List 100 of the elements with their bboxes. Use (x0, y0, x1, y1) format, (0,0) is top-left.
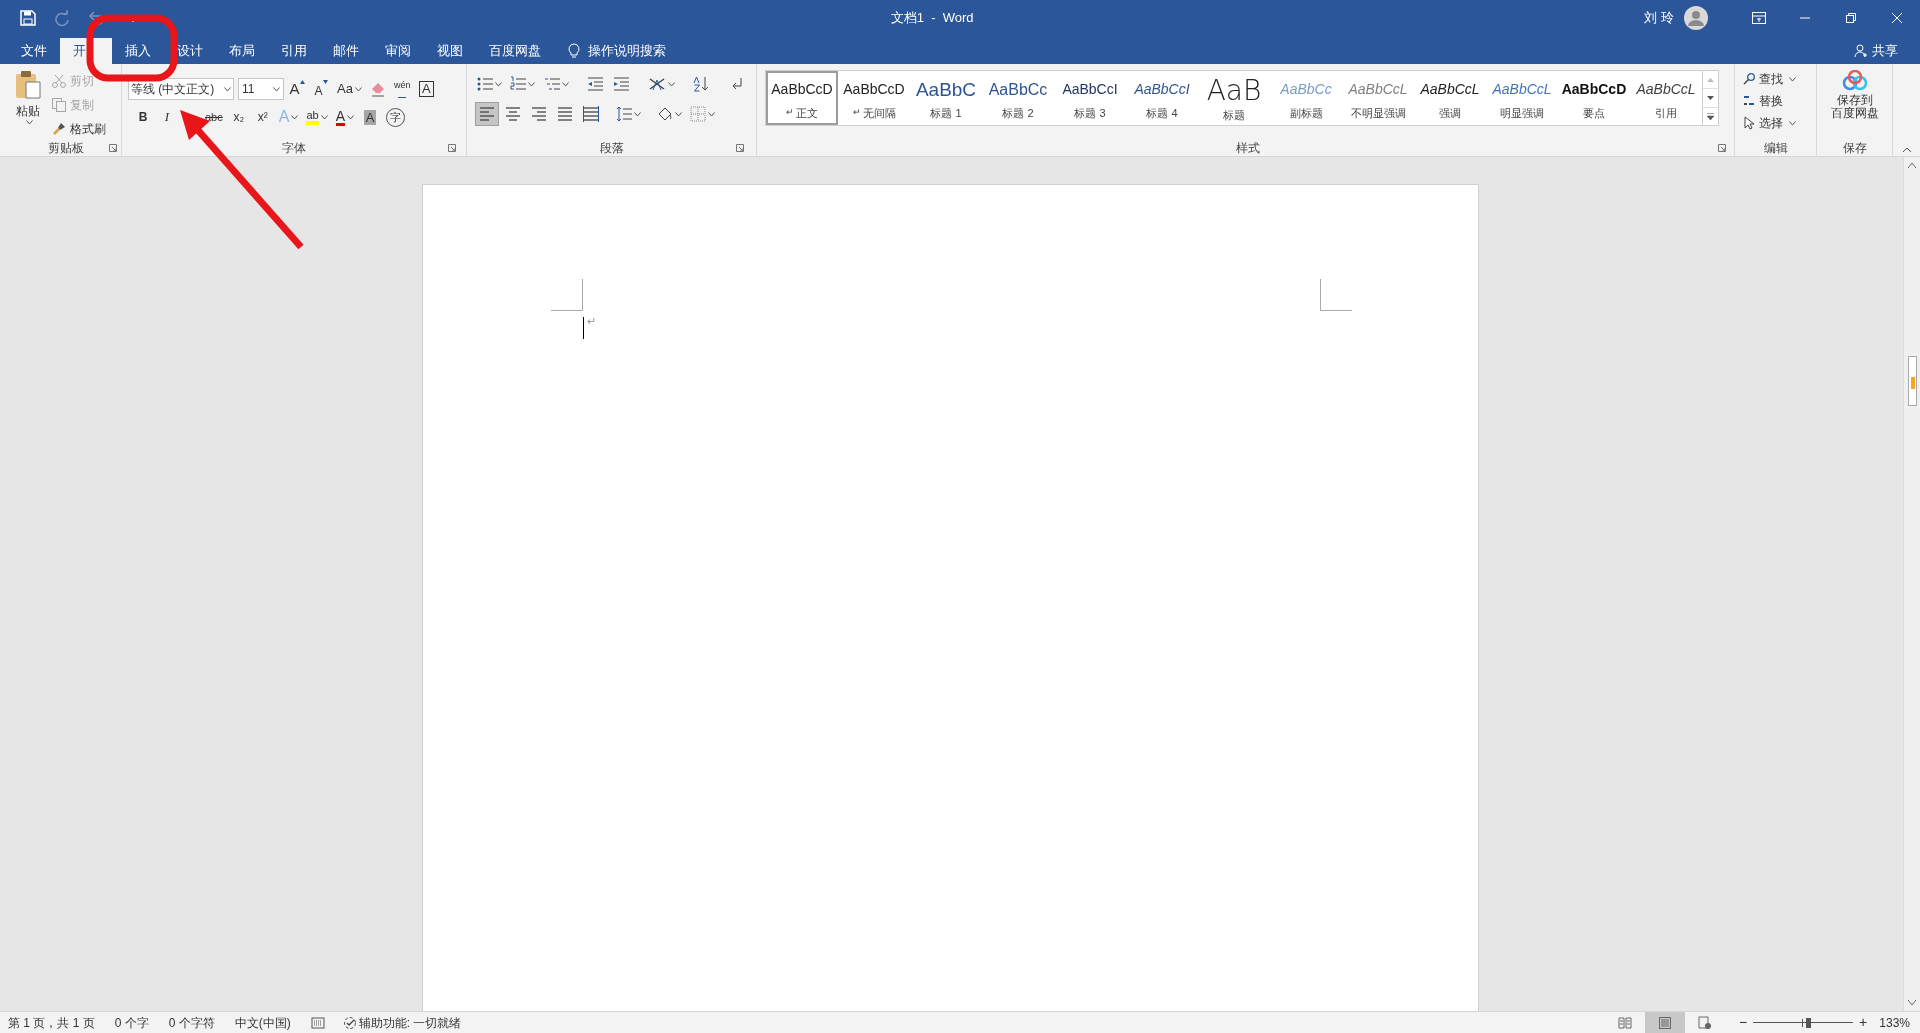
clipboard-icon (14, 70, 42, 100)
style-preview: AaBbCcL (1348, 80, 1408, 100)
style-item[interactable]: AaB 标题 (1198, 71, 1270, 125)
ribbon-tab[interactable]: 百度网盘 (476, 38, 554, 64)
ribbon-tab[interactable]: 设计 (164, 38, 216, 64)
zoom-level[interactable]: 133% (1879, 1013, 1910, 1032)
style-item[interactable]: AaBbCcL 明显强调 (1486, 71, 1558, 125)
italic-button[interactable]: I (156, 105, 178, 129)
person-icon (1854, 44, 1868, 58)
zoom-out-button[interactable]: − (1738, 1012, 1748, 1033)
eraser-icon (369, 81, 386, 97)
ribbon-tab[interactable]: 引用 (268, 38, 320, 64)
caret-icon (347, 114, 354, 120)
ribbon-tab[interactable]: 插入 (112, 38, 164, 64)
style-item[interactable]: AaBbCc 副标题 (1270, 71, 1342, 125)
text-cursor (583, 317, 584, 339)
indent-icon (613, 76, 630, 92)
align-button[interactable] (475, 102, 499, 126)
paste-button[interactable]: 粘贴 (10, 70, 46, 140)
window-title: 文档1 - Word (890, 9, 974, 28)
caret-icon (667, 81, 675, 87)
group-label: 剪贴板 (47, 140, 84, 157)
crop-mark-icon (551, 279, 583, 311)
ribbon-tab[interactable]: 布局 (216, 38, 268, 64)
font-color-button[interactable]: A (332, 105, 357, 129)
group-label: 保存 (1842, 140, 1867, 157)
ribbon-tab[interactable]: 邮件 (320, 38, 372, 64)
sort-icon (693, 76, 710, 92)
highlight-button[interactable]: ab (303, 105, 331, 129)
style-preview: AaBbCcL (1420, 80, 1480, 100)
scrollbar-thumb[interactable] (1907, 356, 1917, 406)
style-item[interactable]: AaBbCcL 引用 (1630, 71, 1702, 125)
vertical-scrollbar[interactable] (1903, 157, 1920, 1011)
subscript-button[interactable]: x₂ (227, 105, 250, 129)
editing-button[interactable]: 选择 (1743, 112, 1808, 134)
change-case-button[interactable]: Aa (334, 77, 365, 101)
style-item[interactable]: AaBbCcL 不明显强调 (1342, 71, 1414, 125)
redo-icon[interactable] (54, 10, 70, 26)
collapse-ribbon-icon[interactable] (1901, 147, 1912, 153)
style-label: 无间隔 (862, 105, 896, 121)
character-shading-button[interactable]: A (359, 105, 381, 129)
ribbon-tab[interactable]: 文件 (8, 38, 60, 64)
caret-icon (675, 111, 682, 117)
ribbon-tab[interactable]: 审阅 (372, 38, 424, 64)
style-label: 标题 3 (1074, 105, 1106, 121)
avatar-icon[interactable] (1684, 6, 1708, 30)
caret-icon (25, 120, 33, 125)
phonetic-guide-button[interactable]: wén (390, 77, 414, 101)
borders-icon (690, 106, 706, 122)
save-to-cloud-button[interactable]: 保存到 百度网盘 (1830, 70, 1879, 120)
character-border-button[interactable]: A (415, 77, 438, 101)
caret-icon (634, 111, 641, 117)
dialog-launcher-icon[interactable] (448, 144, 456, 152)
tell-me-search[interactable]: 操作说明搜索 (568, 38, 666, 64)
style-item[interactable]: AaBbCcD 要点 (1558, 71, 1630, 125)
style-item[interactable]: AaBbCcD ↵ 正文 (766, 71, 838, 125)
caret-icon (528, 81, 536, 87)
editing-button[interactable]: 查找 (1743, 68, 1808, 90)
font-name-field[interactable]: 等线 (中文正文) (128, 78, 234, 100)
superscript-button[interactable]: x² (251, 105, 274, 129)
style-label: 标题 2 (1002, 105, 1034, 121)
dialog-launcher-icon[interactable] (109, 144, 117, 152)
caret-icon (224, 86, 231, 92)
save-icon[interactable] (20, 10, 36, 26)
status-item: 中文(中国) (234, 1014, 291, 1032)
search-icon (1743, 73, 1755, 85)
style-item[interactable]: AaBbCcI 标题 3 (1054, 71, 1126, 125)
ribbon-tab[interactable]: 视图 (424, 38, 476, 64)
dialog-launcher-icon[interactable] (1718, 144, 1726, 152)
macro-icon[interactable] (310, 1016, 325, 1029)
style-preview: AaBbCc (1280, 80, 1332, 100)
style-item[interactable]: AaBbCcL 强调 (1414, 71, 1486, 125)
style-preview: AaBbCcD (843, 80, 905, 100)
style-item[interactable]: AaBbC 标题 1 (910, 71, 982, 125)
shrink-font-button[interactable]: A (310, 77, 332, 101)
style-item[interactable]: AaBbCc 标题 2 (982, 71, 1054, 125)
zoom-slider[interactable] (1753, 1015, 1854, 1030)
paragraph-mark-icon (731, 77, 744, 91)
view-button[interactable] (1644, 1012, 1685, 1033)
font-size-field[interactable]: 11 (238, 78, 284, 100)
numbered-list-icon (510, 76, 527, 92)
multilevel-list-icon (543, 76, 560, 92)
paintbrush-icon (52, 122, 66, 136)
accessibility-status[interactable]: 辅助功能: 一切就绪 (342, 1013, 462, 1032)
style-item[interactable]: AaBbCcI 标题 4 (1126, 71, 1198, 125)
close-icon (1892, 13, 1902, 23)
style-preview: AaBbC (915, 77, 977, 102)
strikethrough-button[interactable]: abc (202, 105, 226, 129)
clipboard-button[interactable]: 格式刷 (52, 118, 106, 140)
style-item[interactable]: AaBbCcD ↵ 无间隔 (838, 71, 910, 125)
share-button[interactable]: 共享 (1854, 38, 1920, 64)
grow-font-button[interactable]: A (286, 77, 308, 101)
style-label: 强调 (1439, 105, 1461, 121)
scissors-icon (52, 74, 66, 88)
zoom-in-button[interactable]: + (1859, 1012, 1868, 1033)
caret-icon (708, 111, 715, 117)
zoom-thumb[interactable] (1806, 1017, 1812, 1028)
editing-button[interactable]: 替换 (1743, 90, 1808, 112)
dialog-launcher-icon[interactable] (736, 144, 744, 152)
bold-button[interactable]: B (132, 105, 154, 129)
